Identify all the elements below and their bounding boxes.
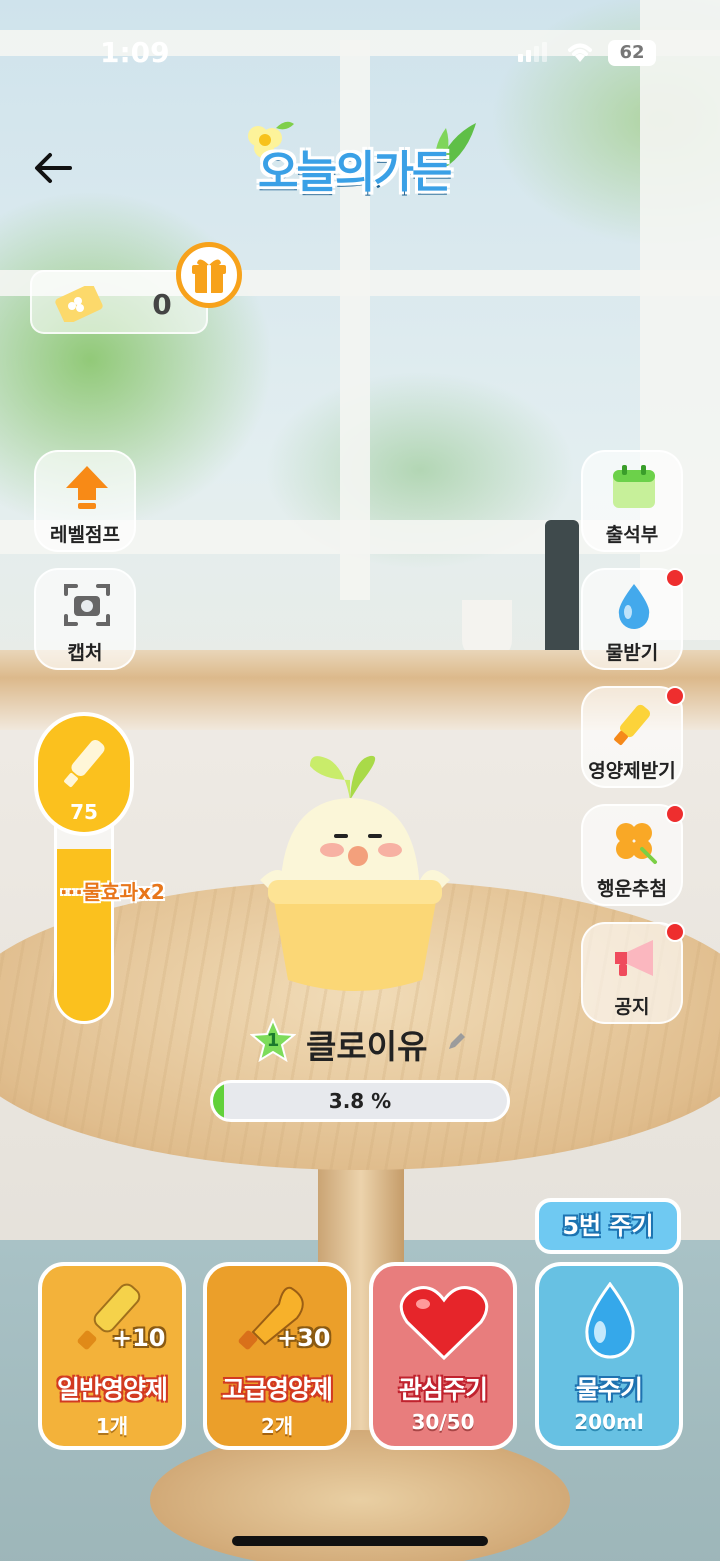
gauge-fill	[57, 849, 111, 1021]
nutrient-bottle-icon	[64, 739, 105, 787]
notification-dot	[665, 804, 685, 824]
basic-nutrient-button[interactable]: +10 일반영양제 1개	[38, 1262, 186, 1450]
plant-name: 클로이유	[306, 1027, 428, 1066]
back-arrow-icon[interactable]	[30, 148, 74, 188]
lucky-draw-button[interactable]: 행운추첨	[581, 804, 685, 906]
water-effect-marker: ···물효과x2	[60, 880, 165, 904]
level-jump-button[interactable]: 레벨점프	[34, 450, 136, 552]
notice-label: 공지	[614, 996, 650, 1018]
gift-icon	[192, 259, 226, 293]
premium-nutrient-label: 고급영양제	[221, 1375, 333, 1404]
water-drop-icon	[618, 584, 650, 629]
calendar-icon	[613, 465, 655, 508]
growth-progress-text: 3.8 %	[328, 1089, 392, 1113]
megaphone-icon	[615, 940, 653, 976]
notification-dot	[665, 922, 685, 942]
notification-dot	[665, 568, 685, 588]
water-drop-icon	[585, 1282, 635, 1359]
water-effect-label: 물효과x2	[82, 880, 165, 904]
notice-button[interactable]: 공지	[581, 922, 685, 1024]
attendance-label: 출석부	[605, 524, 659, 546]
give-attention-count: 30/50	[411, 1410, 475, 1434]
cellular-signal-icon	[518, 42, 547, 62]
get-nutrient-button[interactable]: 영양제받기	[581, 686, 685, 788]
heart-icon	[399, 1286, 489, 1361]
gauge-value: 75	[70, 800, 98, 824]
premium-nutrient-count: 2개	[260, 1414, 294, 1438]
status-time: 1:09	[100, 36, 170, 69]
level-jump-label: 레벨점프	[50, 524, 120, 546]
status-bar: 1:09 62	[0, 0, 720, 100]
edit-pencil-icon[interactable]	[446, 1030, 468, 1052]
plant-character[interactable]	[250, 740, 460, 1000]
attendance-button[interactable]: 출석부	[581, 450, 683, 552]
wifi-icon	[568, 43, 592, 62]
water-count-badge: 5번 주기	[535, 1198, 681, 1254]
nutrient-gauge: 75 ···물효과x2	[34, 712, 165, 1028]
basic-nutrient-label: 일반영양제	[56, 1375, 168, 1404]
clover-ticket-icon	[55, 286, 103, 322]
camera-icon	[64, 584, 110, 626]
gauge-head: 75	[34, 712, 134, 836]
water-plant-button[interactable]: 물주기 200ml	[535, 1262, 683, 1450]
premium-nutrient-button[interactable]: +30 고급영양제 2개	[203, 1262, 351, 1450]
home-indicator[interactable]	[232, 1536, 488, 1546]
plant-level: 1	[266, 1030, 280, 1051]
water-plant-amount: 200ml	[574, 1410, 644, 1434]
water-plant-label: 물주기	[575, 1375, 643, 1404]
water-count-text: 5번 주기	[562, 1212, 654, 1240]
premium-nutrient-bonus: +30	[277, 1324, 331, 1352]
clover-icon	[616, 823, 657, 864]
capture-button[interactable]: 캡처	[34, 568, 136, 670]
plant-name-row: 1 클로이유	[250, 1016, 480, 1066]
capture-label: 캡처	[67, 642, 103, 664]
nutrient-bottle-icon	[614, 704, 651, 745]
get-nutrient-label: 영양제받기	[588, 760, 676, 782]
battery-indicator: 62	[608, 40, 656, 66]
notification-dot	[665, 686, 685, 706]
basic-nutrient-count: 1개	[95, 1414, 129, 1438]
give-attention-button[interactable]: 관심주기 30/50	[369, 1262, 517, 1450]
up-arrow-icon	[66, 466, 108, 509]
app-title-logo: 오늘의가든	[236, 118, 486, 208]
gift-button[interactable]	[176, 242, 242, 308]
app-title: 오늘의가든	[258, 147, 452, 198]
growth-progress-bar: 3.8 %	[210, 1080, 510, 1122]
get-water-button[interactable]: 물받기	[581, 568, 685, 670]
basic-nutrient-bonus: +10	[112, 1324, 166, 1352]
get-water-label: 물받기	[605, 642, 659, 664]
lucky-draw-label: 행운추첨	[597, 878, 667, 900]
give-attention-label: 관심주기	[398, 1375, 488, 1404]
